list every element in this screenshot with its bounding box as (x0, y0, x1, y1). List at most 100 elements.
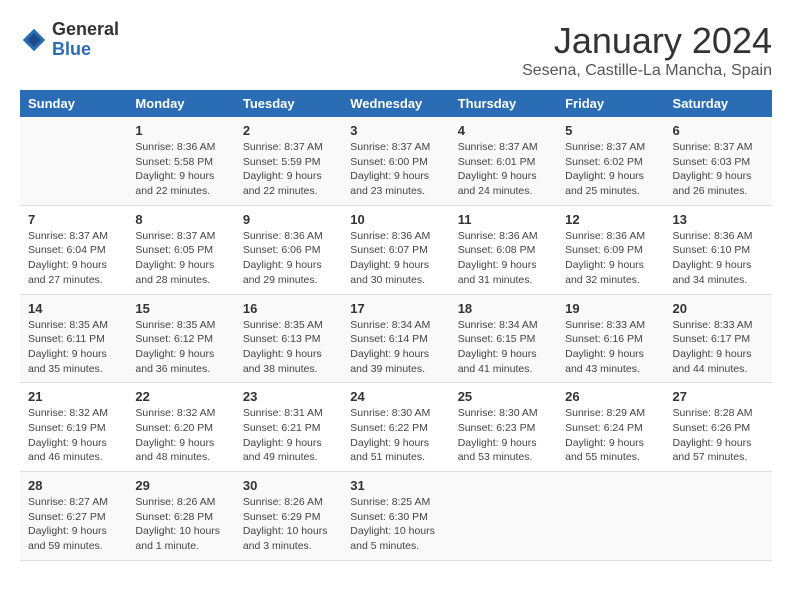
day-info: Sunrise: 8:32 AM Sunset: 6:19 PM Dayligh… (28, 406, 119, 465)
calendar-cell: 29Sunrise: 8:26 AM Sunset: 6:28 PM Dayli… (127, 472, 234, 561)
day-number: 4 (458, 123, 549, 138)
day-number: 24 (350, 389, 441, 404)
calendar-cell: 18 Sunrise: 8:34 AM Sunset: 6:15 PM Dayli… (450, 294, 557, 383)
day-number: 7 (28, 212, 119, 227)
day-number: 20 (673, 301, 764, 316)
day-number: 27 (673, 389, 764, 404)
calendar-cell: 11 Sunrise: 8:36 AM Sunset: 6:08 PM Dayli… (450, 205, 557, 294)
day-info: Sunrise: 8:36 AM Sunset: 6:06 PM Dayligh… (243, 229, 334, 288)
day-info: Sunrise: 8:37 AM Sunset: 6:03 PM Dayligh… (673, 140, 764, 199)
header-row: SundayMondayTuesdayWednesdayThursdayFrid… (20, 90, 772, 117)
day-number: 11 (458, 212, 549, 227)
day-info: Sunrise: 8:37 AM Sunset: 5:59 PM Dayligh… (243, 140, 334, 199)
day-info: Sunrise: 8:27 AM Sunset: 6:27 PM Dayligh… (28, 495, 119, 554)
calendar-cell: 30 Sunrise: 8:26 AM Sunset: 6:29 PM Dayli… (235, 472, 342, 561)
logo-icon (20, 26, 48, 54)
day-number: 17 (350, 301, 441, 316)
day-info: Sunrise: 8:36 AM Sunset: 6:09 PM Dayligh… (565, 229, 656, 288)
day-number: 2 (243, 123, 334, 138)
day-info: Sunrise: 8:29 AM Sunset: 6:24 PM Dayligh… (565, 406, 656, 465)
day-number: 31 (350, 478, 441, 493)
calendar-cell: 25 Sunrise: 8:30 AM Sunset: 6:23 PM Dayli… (450, 383, 557, 472)
header-day-friday: Friday (557, 90, 664, 117)
calendar-cell (450, 472, 557, 561)
day-number: 28 (28, 478, 119, 493)
day-info: Sunrise: 8:35 AM Sunset: 6:13 PM Dayligh… (243, 318, 334, 377)
week-row-0: 1Sunrise: 8:36 AM Sunset: 5:58 PM Daylig… (20, 117, 772, 205)
day-number: 9 (243, 212, 334, 227)
day-number: 14 (28, 301, 119, 316)
calendar-table: SundayMondayTuesdayWednesdayThursdayFrid… (20, 90, 772, 561)
day-number: 19 (565, 301, 656, 316)
day-number: 18 (458, 301, 549, 316)
day-number: 25 (458, 389, 549, 404)
day-number: 22 (135, 389, 226, 404)
calendar-cell: 6Sunrise: 8:37 AM Sunset: 6:03 PM Daylig… (665, 117, 772, 205)
title-block: January 2024 Sesena, Castille-La Mancha,… (522, 20, 772, 80)
calendar-cell: 14 Sunrise: 8:35 AM Sunset: 6:11 PM Dayli… (20, 294, 127, 383)
calendar-cell: 3Sunrise: 8:37 AM Sunset: 6:00 PM Daylig… (342, 117, 449, 205)
header-day-tuesday: Tuesday (235, 90, 342, 117)
header-day-thursday: Thursday (450, 90, 557, 117)
calendar-cell: 26 Sunrise: 8:29 AM Sunset: 6:24 PM Dayli… (557, 383, 664, 472)
week-row-4: 28 Sunrise: 8:27 AM Sunset: 6:27 PM Dayli… (20, 472, 772, 561)
calendar-cell: 2 Sunrise: 8:37 AM Sunset: 5:59 PM Daylig… (235, 117, 342, 205)
logo-general-text: General (52, 20, 119, 40)
day-number: 23 (243, 389, 334, 404)
day-number: 21 (28, 389, 119, 404)
logo-text: General Blue (52, 20, 119, 60)
day-info: Sunrise: 8:36 AM Sunset: 6:10 PM Dayligh… (673, 229, 764, 288)
day-info: Sunrise: 8:30 AM Sunset: 6:22 PM Dayligh… (350, 406, 441, 465)
day-number: 5 (565, 123, 656, 138)
logo-blue-text: Blue (52, 40, 119, 60)
day-info: Sunrise: 8:36 AM Sunset: 6:08 PM Dayligh… (458, 229, 549, 288)
day-number: 13 (673, 212, 764, 227)
calendar-cell: 13 Sunrise: 8:36 AM Sunset: 6:10 PM Dayli… (665, 205, 772, 294)
calendar-cell: 12 Sunrise: 8:36 AM Sunset: 6:09 PM Dayli… (557, 205, 664, 294)
day-number: 16 (243, 301, 334, 316)
calendar-body: 1Sunrise: 8:36 AM Sunset: 5:58 PM Daylig… (20, 117, 772, 560)
calendar-cell: 4 Sunrise: 8:37 AM Sunset: 6:01 PM Daylig… (450, 117, 557, 205)
calendar-cell: 17 Sunrise: 8:34 AM Sunset: 6:14 PM Dayli… (342, 294, 449, 383)
calendar-title: January 2024 (522, 20, 772, 62)
header-day-wednesday: Wednesday (342, 90, 449, 117)
day-info: Sunrise: 8:36 AM Sunset: 5:58 PM Dayligh… (135, 140, 226, 199)
day-info: Sunrise: 8:35 AM Sunset: 6:12 PM Dayligh… (135, 318, 226, 377)
day-info: Sunrise: 8:26 AM Sunset: 6:29 PM Dayligh… (243, 495, 334, 554)
day-number: 26 (565, 389, 656, 404)
day-number: 3 (350, 123, 441, 138)
calendar-cell: 20Sunrise: 8:33 AM Sunset: 6:17 PM Dayli… (665, 294, 772, 383)
calendar-cell: 22 Sunrise: 8:32 AM Sunset: 6:20 PM Dayli… (127, 383, 234, 472)
day-number: 29 (135, 478, 226, 493)
calendar-header: SundayMondayTuesdayWednesdayThursdayFrid… (20, 90, 772, 117)
day-info: Sunrise: 8:35 AM Sunset: 6:11 PM Dayligh… (28, 318, 119, 377)
calendar-cell (665, 472, 772, 561)
calendar-cell: 1Sunrise: 8:36 AM Sunset: 5:58 PM Daylig… (127, 117, 234, 205)
calendar-cell: 28 Sunrise: 8:27 AM Sunset: 6:27 PM Dayli… (20, 472, 127, 561)
header-day-saturday: Saturday (665, 90, 772, 117)
day-number: 12 (565, 212, 656, 227)
page-header: General Blue January 2024 Sesena, Castil… (20, 20, 772, 80)
day-info: Sunrise: 8:30 AM Sunset: 6:23 PM Dayligh… (458, 406, 549, 465)
calendar-cell: 24 Sunrise: 8:30 AM Sunset: 6:22 PM Dayli… (342, 383, 449, 472)
day-info: Sunrise: 8:37 AM Sunset: 6:01 PM Dayligh… (458, 140, 549, 199)
day-info: Sunrise: 8:32 AM Sunset: 6:20 PM Dayligh… (135, 406, 226, 465)
calendar-cell: 31 Sunrise: 8:25 AM Sunset: 6:30 PM Dayli… (342, 472, 449, 561)
logo: General Blue (20, 20, 119, 60)
day-info: Sunrise: 8:37 AM Sunset: 6:05 PM Dayligh… (135, 229, 226, 288)
day-info: Sunrise: 8:34 AM Sunset: 6:14 PM Dayligh… (350, 318, 441, 377)
day-info: Sunrise: 8:37 AM Sunset: 6:02 PM Dayligh… (565, 140, 656, 199)
day-info: Sunrise: 8:28 AM Sunset: 6:26 PM Dayligh… (673, 406, 764, 465)
calendar-cell: 7Sunrise: 8:37 AM Sunset: 6:04 PM Daylig… (20, 205, 127, 294)
calendar-cell: 23 Sunrise: 8:31 AM Sunset: 6:21 PM Dayli… (235, 383, 342, 472)
day-number: 30 (243, 478, 334, 493)
day-info: Sunrise: 8:31 AM Sunset: 6:21 PM Dayligh… (243, 406, 334, 465)
day-info: Sunrise: 8:34 AM Sunset: 6:15 PM Dayligh… (458, 318, 549, 377)
calendar-cell: 10 Sunrise: 8:36 AM Sunset: 6:07 PM Dayli… (342, 205, 449, 294)
calendar-subtitle: Sesena, Castille-La Mancha, Spain (522, 62, 772, 80)
calendar-cell: 27 Sunrise: 8:28 AM Sunset: 6:26 PM Dayli… (665, 383, 772, 472)
day-info: Sunrise: 8:36 AM Sunset: 6:07 PM Dayligh… (350, 229, 441, 288)
day-number: 10 (350, 212, 441, 227)
day-info: Sunrise: 8:33 AM Sunset: 6:16 PM Dayligh… (565, 318, 656, 377)
day-info: Sunrise: 8:25 AM Sunset: 6:30 PM Dayligh… (350, 495, 441, 554)
